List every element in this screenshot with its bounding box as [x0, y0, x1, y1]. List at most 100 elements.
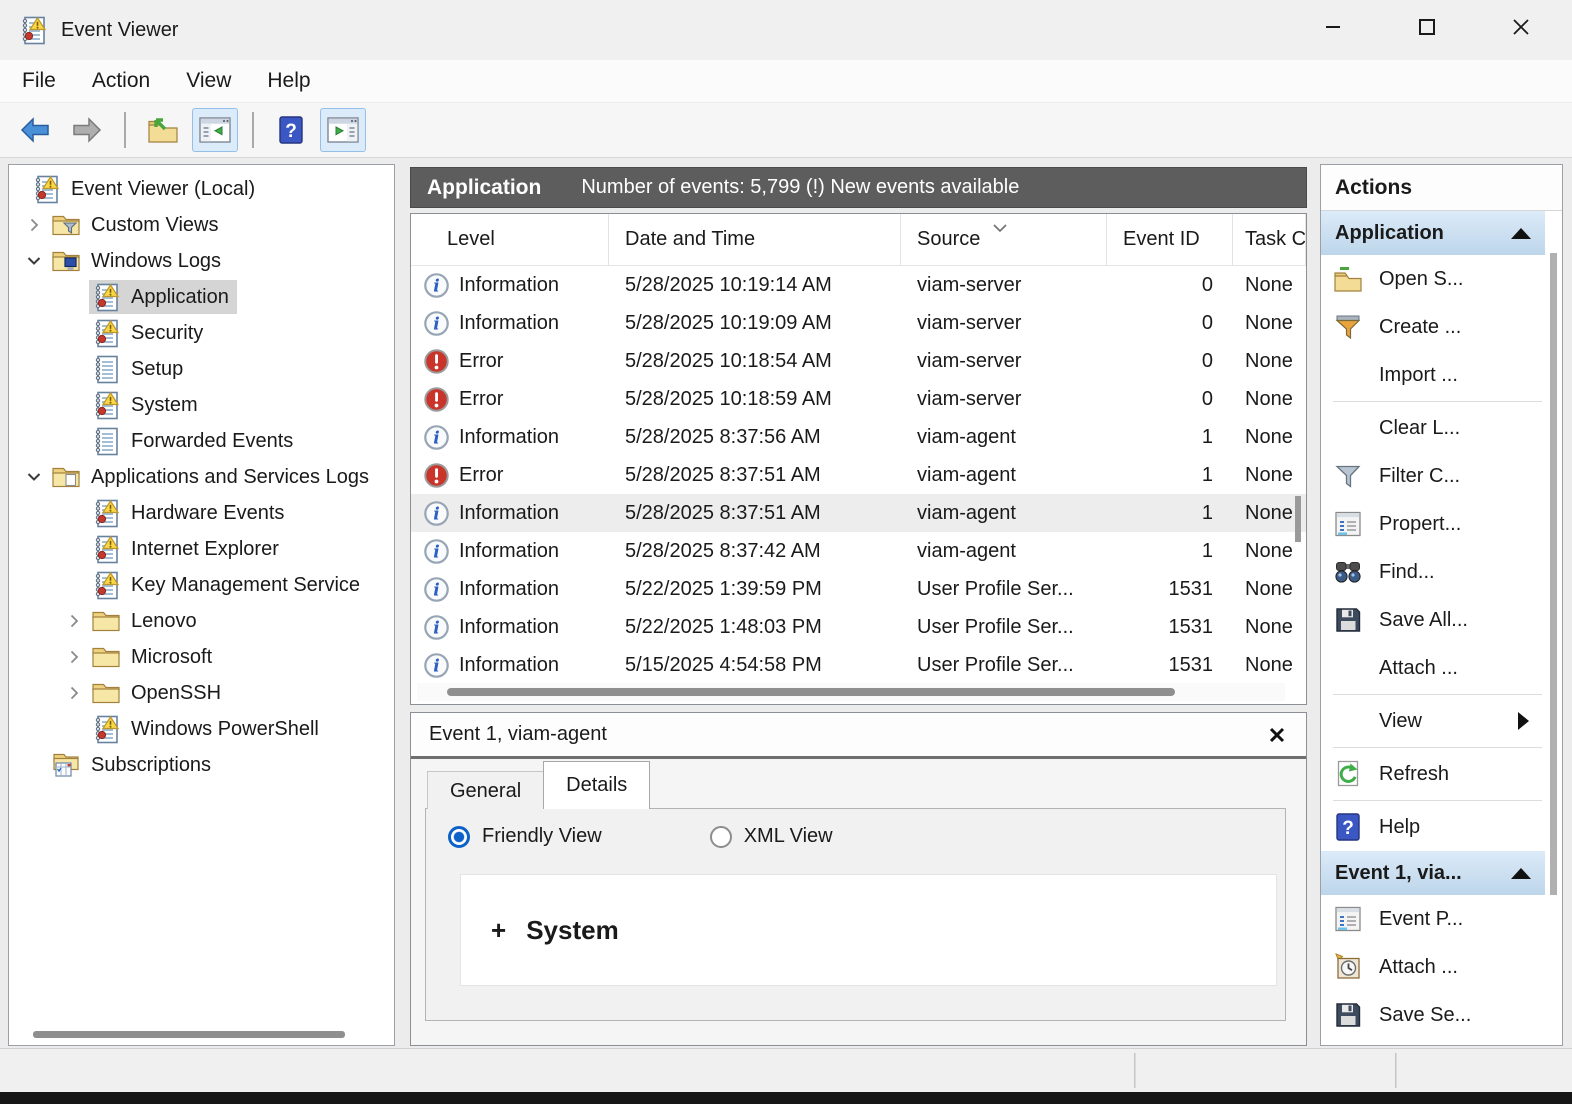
actions-scrollbar[interactable]: [1550, 215, 1558, 1041]
tree-item-lenovo[interactable]: Lenovo: [9, 603, 394, 639]
tree-item-hit[interactable]: Setup: [89, 352, 191, 386]
tree-item-hit[interactable]: Windows Logs: [49, 244, 229, 278]
tree-item-microsoft[interactable]: Microsoft: [9, 639, 394, 675]
tree-item-hit[interactable]: OpenSSH: [89, 676, 229, 710]
event-list-hscroll-thumb[interactable]: [447, 688, 1175, 696]
table-row[interactable]: Error5/28/2025 8:37:51 AMviam-agent1None: [411, 456, 1306, 494]
event-list-vertical-scrollbar[interactable]: [1292, 268, 1304, 680]
tree-item-hit[interactable]: Key Management Service: [89, 568, 368, 602]
tree-item-internet-explorer[interactable]: Internet Explorer: [9, 531, 394, 567]
table-row[interactable]: Error5/28/2025 10:18:54 AMviam-server0No…: [411, 342, 1306, 380]
event-list-vscroll-thumb[interactable]: [1295, 496, 1301, 542]
table-row[interactable]: iInformation5/28/2025 10:19:09 AMviam-se…: [411, 304, 1306, 342]
tree-item-hit[interactable]: Internet Explorer: [89, 532, 287, 566]
tree-item-hit[interactable]: Microsoft: [89, 640, 220, 674]
table-row[interactable]: iInformation5/28/2025 8:37:51 AMviam-age…: [411, 494, 1306, 532]
action-find[interactable]: Find...: [1321, 548, 1545, 596]
toggle-console-tree-button[interactable]: [192, 108, 238, 152]
tree-item-event-viewer-local[interactable]: Event Viewer (Local): [9, 171, 394, 207]
radio-selected-icon[interactable]: [448, 826, 470, 848]
tree-item-hit[interactable]: Applications and Services Logs: [49, 460, 377, 494]
action-help[interactable]: ?Help: [1321, 803, 1545, 851]
tree-item-forwarded-events[interactable]: Forwarded Events: [9, 423, 394, 459]
table-row[interactable]: iInformation5/15/2025 4:54:58 PMUser Pro…: [411, 646, 1306, 684]
column-header-date-and-time[interactable]: Date and Time: [609, 214, 901, 265]
action-attach[interactable]: Attach ...: [1321, 943, 1545, 991]
column-header-level[interactable]: Level: [411, 214, 609, 265]
tree-item-hit[interactable]: Hardware Events: [89, 496, 292, 530]
action-attach[interactable]: Attach ...: [1321, 644, 1545, 692]
menu-help[interactable]: Help: [267, 69, 310, 93]
radio-unselected-icon[interactable]: [710, 826, 732, 848]
tree-item-system[interactable]: System: [9, 387, 394, 423]
tree-item-key-management-service[interactable]: Key Management Service: [9, 567, 394, 603]
table-row[interactable]: Error5/28/2025 10:18:59 AMviam-server0No…: [411, 380, 1306, 418]
sidebar-hscroll-thumb[interactable]: [33, 1031, 345, 1038]
tree-item-hit[interactable]: Event Viewer (Local): [29, 172, 263, 206]
help-button[interactable]: ?: [268, 108, 314, 152]
tab-details[interactable]: Details: [543, 761, 650, 809]
action-refresh[interactable]: Refresh: [1321, 750, 1545, 798]
tree-item-hit[interactable]: Custom Views: [49, 208, 226, 242]
tree-item-applications-and-services-logs[interactable]: Applications and Services Logs: [9, 459, 394, 495]
tree-item-hit[interactable]: Lenovo: [89, 604, 205, 638]
expand-system-toggle[interactable]: +: [491, 915, 506, 946]
event-list-horizontal-scrollbar[interactable]: [417, 683, 1285, 701]
tree-item-hit[interactable]: Forwarded Events: [89, 424, 301, 458]
action-event-p[interactable]: Event P...: [1321, 895, 1545, 943]
toggle-action-pane-button[interactable]: [320, 108, 366, 152]
minimize-button[interactable]: [1298, 4, 1368, 56]
action-view[interactable]: View: [1321, 697, 1545, 745]
tree-item-hardware-events[interactable]: Hardware Events: [9, 495, 394, 531]
maximize-button[interactable]: [1392, 4, 1462, 56]
table-row[interactable]: iInformation5/28/2025 8:37:42 AMviam-age…: [411, 532, 1306, 570]
action-propert[interactable]: Propert...: [1321, 500, 1545, 548]
chevron-right-icon[interactable]: [19, 216, 49, 234]
chevron-right-icon[interactable]: [59, 648, 89, 666]
tree-item-hit[interactable]: Security: [89, 316, 211, 350]
back-button[interactable]: [12, 108, 58, 152]
table-row[interactable]: iInformation5/28/2025 10:19:14 AMviam-se…: [411, 266, 1306, 304]
menu-file[interactable]: File: [22, 69, 56, 93]
action-open-s[interactable]: Open S...: [1321, 255, 1545, 303]
table-row[interactable]: iInformation5/28/2025 8:37:56 AMviam-age…: [411, 418, 1306, 456]
tree-item-hit[interactable]: Subscriptions: [49, 748, 219, 782]
action-save-se[interactable]: Save Se...: [1321, 991, 1545, 1039]
close-button[interactable]: [1486, 4, 1556, 56]
tree-item-openssh[interactable]: OpenSSH: [9, 675, 394, 711]
tree-item-application[interactable]: Application: [9, 279, 394, 315]
tab-general[interactable]: General: [427, 771, 544, 809]
action-create[interactable]: Create ...: [1321, 303, 1545, 351]
tree-item-subscriptions[interactable]: Subscriptions: [9, 747, 394, 783]
table-row[interactable]: iInformation5/22/2025 1:48:03 PMUser Pro…: [411, 608, 1306, 646]
tree-item-windows-powershell[interactable]: Windows PowerShell: [9, 711, 394, 747]
tree-item-custom-views[interactable]: Custom Views: [9, 207, 394, 243]
system-node-label[interactable]: System: [526, 915, 619, 946]
tree-item-security[interactable]: Security: [9, 315, 394, 351]
forward-button[interactable]: [64, 108, 110, 152]
chevron-right-icon[interactable]: [59, 684, 89, 702]
sidebar-horizontal-scrollbar[interactable]: [13, 1027, 390, 1041]
collapse-icon[interactable]: [1511, 228, 1531, 239]
tree-item-setup[interactable]: Setup: [9, 351, 394, 387]
actions-section-header-event-1-via[interactable]: Event 1, via...: [1321, 851, 1545, 895]
tree-item-windows-logs[interactable]: Windows Logs: [9, 243, 394, 279]
table-row[interactable]: iInformation5/22/2025 1:39:59 PMUser Pro…: [411, 570, 1306, 608]
actions-scroll-thumb[interactable]: [1550, 253, 1557, 895]
close-icon[interactable]: [1266, 724, 1288, 746]
chevron-down-icon[interactable]: [19, 468, 49, 486]
tree-item-hit[interactable]: Windows PowerShell: [89, 712, 327, 746]
column-header-task-category[interactable]: Task Category: [1233, 214, 1306, 265]
chevron-down-icon[interactable]: [19, 252, 49, 270]
collapse-icon[interactable]: [1511, 868, 1531, 879]
actions-section-header-application[interactable]: Application: [1321, 211, 1545, 255]
action-clear-l[interactable]: Clear L...: [1321, 404, 1545, 452]
tree-item-hit[interactable]: System: [89, 388, 206, 422]
chevron-right-icon[interactable]: [59, 612, 89, 630]
tree-item-hit[interactable]: Application: [89, 280, 237, 314]
action-filter-c[interactable]: Filter C...: [1321, 452, 1545, 500]
action-import[interactable]: Import ...: [1321, 351, 1545, 399]
export-log-button[interactable]: [140, 108, 186, 152]
menu-view[interactable]: View: [186, 69, 231, 93]
menu-action[interactable]: Action: [92, 69, 150, 93]
